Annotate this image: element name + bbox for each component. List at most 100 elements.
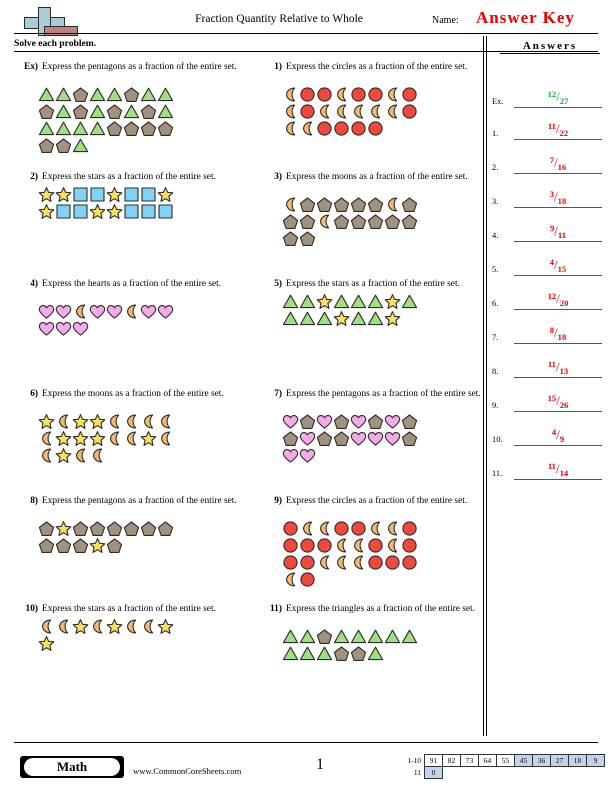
star-icon — [38, 635, 55, 652]
answer-number: 10. — [492, 435, 503, 444]
shape-row — [282, 554, 418, 571]
score-cell-empty — [497, 767, 515, 779]
moon-icon — [316, 103, 333, 120]
triangle-icon — [367, 645, 384, 662]
score-cell-empty — [569, 767, 587, 779]
answer-number: 11. — [492, 469, 503, 478]
score-cell-empty — [443, 767, 461, 779]
triangle-icon — [350, 293, 367, 310]
problem-number: 5) — [274, 279, 282, 289]
moon-icon — [282, 103, 299, 120]
math-badge: Math — [20, 756, 124, 778]
heart-icon — [282, 447, 299, 464]
square-icon — [89, 186, 106, 203]
pentagon-icon — [282, 430, 299, 447]
score-cell: 36 — [532, 754, 551, 767]
star-icon — [157, 618, 174, 635]
moon-icon — [316, 213, 333, 230]
score-row-label: 1-10 — [407, 756, 421, 765]
pentagon-icon — [38, 520, 55, 537]
circle-icon — [282, 554, 299, 571]
moon-icon — [367, 520, 384, 537]
shape-row — [38, 413, 174, 430]
circle-icon — [282, 520, 299, 537]
triangle-icon — [89, 86, 106, 103]
problem-number: 9) — [274, 496, 282, 506]
pentagon-icon — [367, 413, 384, 430]
triangle-icon — [401, 628, 418, 645]
pentagon-icon — [106, 520, 123, 537]
score-cell: 91 — [424, 754, 443, 767]
shape-row — [282, 413, 418, 430]
moon-icon — [299, 520, 316, 537]
moon-icon — [38, 430, 55, 447]
pentagon-icon — [350, 645, 367, 662]
circle-icon — [367, 120, 384, 137]
star-icon — [55, 520, 72, 537]
heart-icon — [55, 303, 72, 320]
circle-icon — [299, 554, 316, 571]
star-icon — [72, 430, 89, 447]
pentagon-icon — [106, 120, 123, 137]
problem-text: Express the pentagons as a fraction of t… — [42, 62, 237, 72]
moon-icon — [350, 537, 367, 554]
answer-value: 4/15 — [549, 257, 567, 274]
triangle-icon — [367, 310, 384, 327]
moon-icon — [55, 413, 72, 430]
pentagon-icon — [157, 520, 174, 537]
circle-icon — [367, 86, 384, 103]
score-table: 1-10 91 82 73 64 55 45 36 27 18 9 11 0 — [399, 754, 605, 779]
shape-row — [38, 137, 174, 154]
pentagon-icon — [106, 537, 123, 554]
answer-row: 9. 15/26 — [492, 378, 604, 412]
circle-icon — [401, 554, 418, 571]
answer-row: 5. 4/15 — [492, 242, 604, 276]
moon-icon — [55, 618, 72, 635]
pentagon-icon — [282, 230, 299, 247]
moon-icon — [157, 413, 174, 430]
square-icon — [140, 203, 157, 220]
pentagon-icon — [72, 103, 89, 120]
shape-set — [38, 520, 174, 554]
answer-number: 4. — [492, 231, 499, 240]
star-icon — [106, 186, 123, 203]
star-icon — [157, 186, 174, 203]
triangle-icon — [384, 628, 401, 645]
triangle-icon — [72, 120, 89, 137]
shape-row — [282, 645, 418, 662]
answer-row: 1. 11/22 — [492, 106, 604, 140]
problem-number: 8) — [30, 496, 38, 506]
moon-icon — [384, 86, 401, 103]
answer-number: 5. — [492, 265, 499, 274]
star-icon — [55, 447, 72, 464]
square-icon — [140, 186, 157, 203]
moon-icon — [350, 103, 367, 120]
moon-icon — [384, 103, 401, 120]
triangle-icon — [350, 628, 367, 645]
triangle-icon — [55, 120, 72, 137]
heart-icon — [350, 430, 367, 447]
shape-set — [38, 618, 174, 652]
problem-number: 10) — [25, 604, 39, 614]
shape-row — [282, 430, 418, 447]
problem-number: 2) — [30, 172, 38, 182]
shape-set — [282, 520, 418, 588]
heart-icon — [316, 413, 333, 430]
score-cell-empty — [533, 767, 551, 779]
problem-number: 11) — [270, 604, 282, 614]
moon-icon — [106, 413, 123, 430]
shape-row — [38, 203, 174, 220]
score-cell-empty — [479, 767, 497, 779]
triangle-icon — [299, 293, 316, 310]
circle-icon — [316, 537, 333, 554]
score-cell: 45 — [514, 754, 533, 767]
pentagon-icon — [316, 196, 333, 213]
answer-number: 7. — [492, 333, 499, 342]
score-cell: 82 — [442, 754, 461, 767]
triangle-icon — [38, 120, 55, 137]
star-icon — [106, 203, 123, 220]
circle-icon — [367, 537, 384, 554]
shape-row — [38, 618, 174, 635]
pentagon-icon — [140, 103, 157, 120]
star-icon — [89, 203, 106, 220]
